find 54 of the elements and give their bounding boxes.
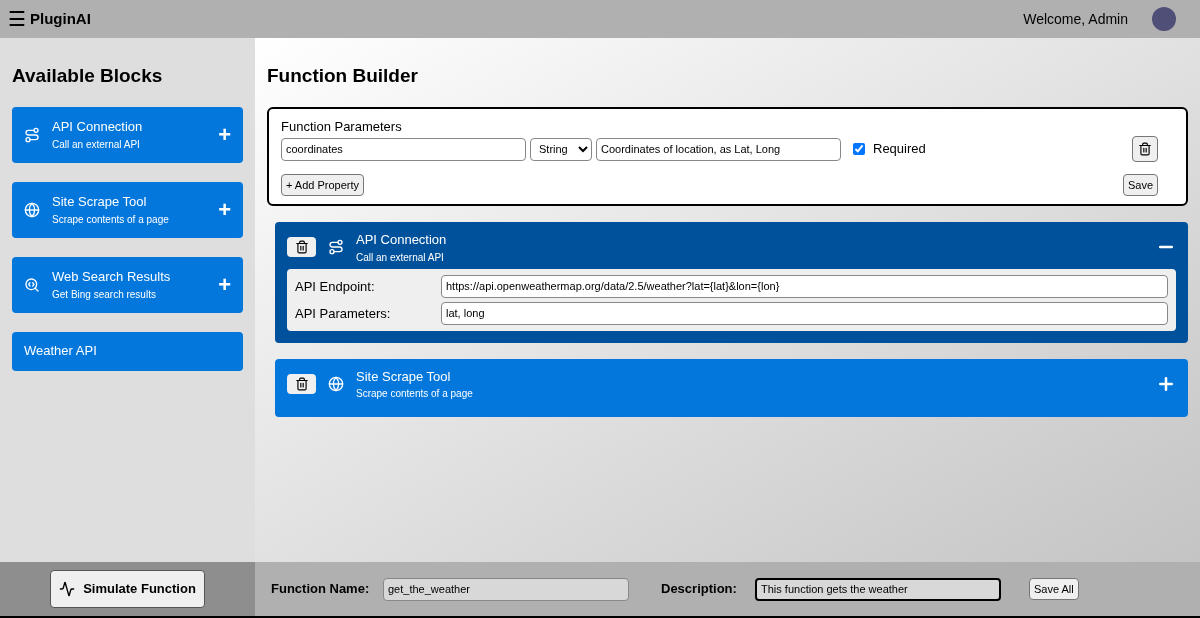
add-button[interactable]: +	[218, 273, 231, 296]
block-subtitle: Call an external API	[52, 137, 141, 152]
app-name: PluginAI	[30, 8, 91, 29]
parameters-label: Function Parameters	[281, 117, 403, 136]
required-checkbox[interactable]	[853, 143, 865, 155]
block-title: API Connection	[52, 118, 144, 137]
add-button[interactable]: +	[218, 123, 231, 146]
trash-icon	[294, 240, 309, 255]
required-label: Required	[873, 140, 926, 159]
function-name-field[interactable]: get_the_weather	[383, 577, 629, 601]
chart-icon	[59, 581, 76, 597]
type-select[interactable]: String	[530, 137, 592, 161]
description-field[interactable]: Coordinates of location, as Lat, Long	[596, 137, 841, 161]
list-search-icon	[24, 276, 40, 293]
delete-button[interactable]	[287, 373, 316, 394]
globe-icon	[328, 375, 344, 392]
welcome-text: Welcome, Admin	[1023, 9, 1128, 29]
sidebar-title: Available Blocks	[12, 64, 164, 88]
trash-icon	[294, 376, 309, 391]
block-card[interactable]: Web Search Results Get Bing search results +	[12, 256, 243, 313]
block-subtitle: Call an external API	[356, 250, 445, 265]
block-title: Web Search Results	[52, 268, 172, 287]
field-label: API Endpoint:	[295, 277, 376, 296]
globe-icon	[24, 201, 40, 218]
block-subtitle: Get Bing search results	[52, 287, 157, 302]
block-title: API Connection	[356, 231, 448, 249]
save-button[interactable]: Save	[1122, 174, 1158, 196]
avatar[interactable]	[1152, 7, 1176, 31]
menu-icon[interactable]: ☰	[8, 9, 26, 29]
name-field[interactable]: coordinates	[281, 137, 526, 161]
trash-icon	[1138, 142, 1152, 156]
block-card[interactable]: Weather API	[12, 331, 243, 371]
block-subtitle: Scrape contents of a page	[356, 387, 474, 401]
name-label: Function Name:	[271, 580, 371, 599]
route-icon	[328, 239, 344, 256]
description-label: Description:	[661, 580, 738, 599]
block-subtitle: Scrape contents of a page	[52, 212, 170, 227]
value-field[interactable]: https://api.openweathermap.org/data/2.5/weather?lat={lat}&lon={lon}	[441, 274, 1168, 298]
delete-button[interactable]	[1132, 136, 1158, 162]
save-all-button[interactable]: Save All	[1029, 578, 1079, 600]
block-title: Site Scrape Tool	[52, 193, 148, 212]
route-icon	[24, 126, 40, 143]
simulate-button[interactable]: Simulate Function	[50, 570, 205, 608]
field-label: API Parameters:	[295, 304, 392, 323]
block-card[interactable]: API Connection Call an external API +	[12, 106, 243, 163]
block-card[interactable]: Site Scrape Tool Scrape contents of a page +	[12, 181, 243, 238]
block-title: Weather API	[24, 342, 98, 361]
add-button[interactable]: +	[218, 198, 231, 221]
value-field[interactable]: lat, long	[441, 301, 1168, 325]
description-field[interactable]: This function gets the weather	[755, 577, 1001, 601]
delete-button[interactable]	[287, 237, 316, 258]
builder-title: Function Builder	[267, 64, 419, 88]
add-property-button[interactable]: + Add Property	[281, 174, 365, 196]
block-title: Site Scrape Tool	[356, 367, 452, 386]
